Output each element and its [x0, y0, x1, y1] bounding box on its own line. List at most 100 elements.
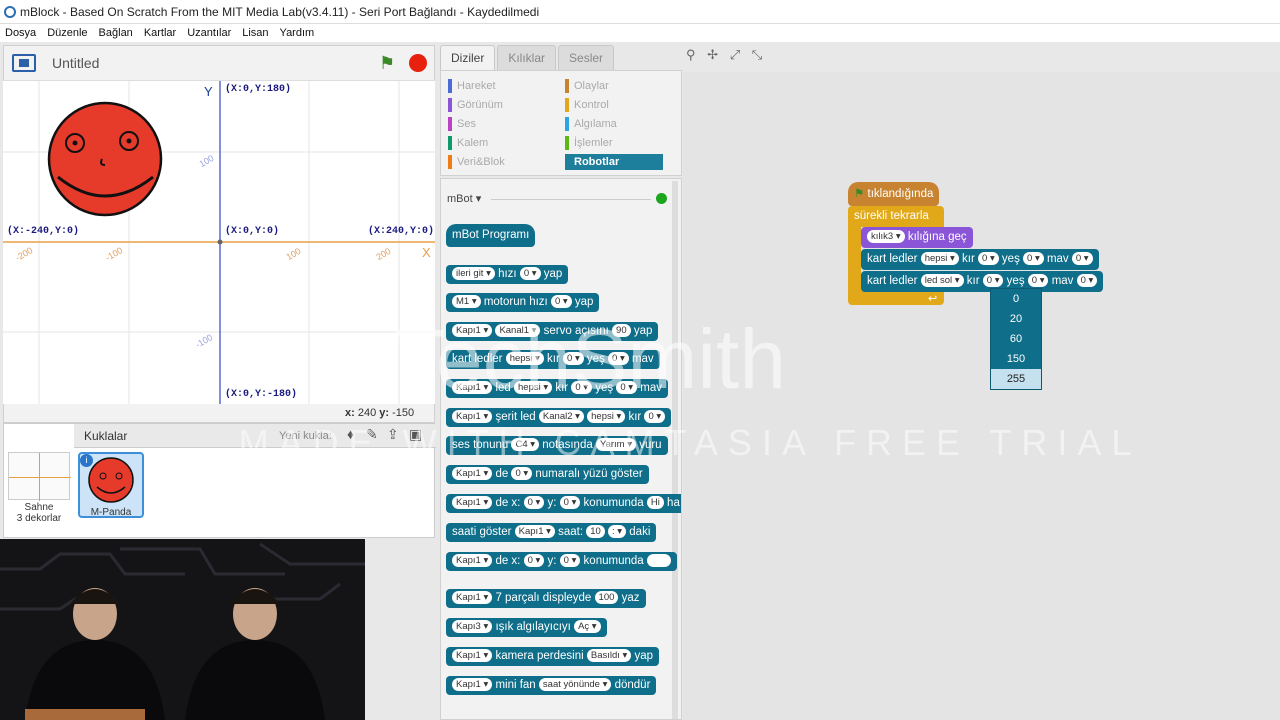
dropdown-option[interactable]: 60	[991, 329, 1041, 349]
mbot-group-label[interactable]: mBot ▾	[447, 192, 481, 205]
category-events[interactable]: Olaylar	[565, 78, 609, 94]
palette-block[interactable]: ses tonunu C4 ▾ notasında Yarım ▾ vuru	[446, 436, 668, 455]
fullscreen-icon[interactable]	[12, 54, 36, 72]
block-input-field[interactable]: Kanal1 ▾	[495, 324, 541, 338]
dropdown-option[interactable]: 20	[991, 309, 1041, 329]
block-input-field[interactable]: 0 ▾	[1027, 274, 1049, 288]
switch-costume-block[interactable]: kılık3 ▾ kılığına geç	[861, 227, 973, 248]
menu-dosya[interactable]: Dosya	[5, 27, 36, 39]
project-title[interactable]: Untitled	[52, 55, 99, 71]
block-input-field[interactable]: Basıldı ▾	[586, 649, 632, 663]
palette-block[interactable]: Kapı1 ▾ led hepsi ▾ kır 0 ▾ yeş 0 ▾ mav	[446, 379, 668, 398]
move-icon[interactable]: ✢	[707, 47, 718, 62]
block-input-field[interactable]: Kapı1 ▾	[452, 467, 493, 481]
menu-lisan[interactable]: Lisan	[242, 27, 268, 39]
flag-clicked-hat-block[interactable]: ⚑ tıklandığında	[848, 182, 940, 206]
block-input-field[interactable]: saat yönünde ▾	[538, 678, 612, 692]
green-flag-icon[interactable]: ⚑	[379, 53, 395, 74]
palette-block[interactable]: Kapı1 ▾ şerit led Kanal2 ▾ hepsi ▾ kır 0…	[446, 408, 672, 427]
block-input-field[interactable]: hepsi ▾	[920, 252, 959, 266]
script-area[interactable]: ⚑ tıklandığında sürekli tekrarla ↩ kılık…	[683, 72, 1280, 720]
shrink-icon[interactable]: ⤡	[752, 47, 762, 62]
menu-kartlar[interactable]: Kartlar	[144, 27, 176, 39]
palette-block[interactable]: saati göster Kapı1 ▾ saat: 10 : ▾ daki	[446, 523, 657, 542]
block-input-field[interactable]: 0 ▾	[523, 496, 545, 510]
palette-block[interactable]: Kapı1 ▾ de x: 0 ▾ y: 0 ▾ konumunda	[446, 552, 677, 571]
palette-block[interactable]: Kapı1 ▾ Kanal1 ▾ servo açısını 90 yap	[446, 322, 659, 341]
block-input-field[interactable]: Kapı1 ▾	[452, 649, 493, 663]
tab-scripts[interactable]: Diziler	[440, 45, 496, 71]
palette-block[interactable]: M1 ▾ motorun hızı 0 ▾ yap	[446, 293, 600, 312]
block-input-field[interactable]: 10	[586, 525, 605, 539]
category-control[interactable]: Kontrol	[565, 97, 609, 113]
block-input-field[interactable]: hepsi ▾	[587, 410, 626, 424]
palette-block[interactable]: Kapı1 ▾ 7 parçalı displeyde 100 yaz	[446, 589, 646, 608]
block-input-field[interactable]: Kapı1 ▾	[452, 554, 493, 568]
block-input-field[interactable]: Aç ▾	[574, 620, 601, 634]
block-input-field[interactable]: 0 ▾	[519, 267, 541, 281]
block-input-field[interactable]: 0 ▾	[559, 554, 581, 568]
block-input-field[interactable]: 0 ▾	[523, 554, 545, 568]
block-input-field[interactable]: 0 ▾	[644, 410, 666, 424]
category-data[interactable]: Veri&Blok	[448, 154, 505, 170]
dropdown-option[interactable]: 0	[991, 289, 1041, 309]
category-sensing[interactable]: Algılama	[565, 116, 617, 132]
block-input-field[interactable]: 0 ▾	[571, 381, 593, 395]
block-input-field[interactable]: Kapı3 ▾	[452, 620, 493, 634]
block-input-field[interactable]: Yarım ▾	[595, 438, 636, 452]
grow-icon[interactable]: ⤢	[730, 47, 740, 62]
sprite-library-icon[interactable]: ♦	[347, 426, 354, 442]
sprite-thumbnail-m-panda[interactable]: i M-Panda	[78, 452, 144, 518]
block-input-field[interactable]: 0 ▾	[559, 496, 581, 510]
block-input-field[interactable]: Kapı1 ▾	[452, 496, 493, 510]
block-input-field[interactable]: 0 ▾	[616, 381, 638, 395]
board-led-block-2[interactable]: kart ledler led sol ▾ kır 0 ▾ yeş 0 ▾ ma…	[861, 271, 1104, 292]
info-icon[interactable]: i	[80, 454, 93, 467]
mbot-program-hat-block[interactable]: mBot Programı	[446, 224, 536, 247]
block-input-field[interactable]: 0 ▾	[511, 467, 533, 481]
category-looks[interactable]: Görünüm	[448, 97, 503, 113]
menu-baglan[interactable]: Bağlan	[99, 27, 133, 39]
block-input-field[interactable]: Hi	[646, 496, 664, 510]
palette-block[interactable]: Kapı1 ▾ de x: 0 ▾ y: 0 ▾ konumunda Hi ha	[446, 494, 681, 513]
menu-duzenle[interactable]: Düzenle	[47, 27, 87, 39]
block-input-field[interactable]: Kapı1 ▾	[452, 381, 493, 395]
block-input-field[interactable]: 0 ▾	[1076, 274, 1098, 288]
palette-scrollbar[interactable]	[672, 181, 678, 719]
block-input-field[interactable]: 0 ▾	[1023, 252, 1044, 266]
palette-block[interactable]: Kapı1 ▾ kamera perdesini Basıldı ▾ yap	[446, 647, 660, 666]
stamp-icon[interactable]: ⚲	[686, 47, 696, 62]
block-input-field[interactable]: hepsi ▾	[505, 352, 544, 366]
camera-icon[interactable]: ▣	[409, 426, 422, 443]
block-input-field[interactable]: 0 ▾	[563, 352, 584, 366]
upload-icon[interactable]: ⇪	[387, 426, 399, 443]
tab-sounds[interactable]: Sesler	[558, 45, 615, 71]
category-sound[interactable]: Ses	[448, 116, 476, 132]
backdrop-thumbnail[interactable]: Sahne 3 dekorlar	[8, 452, 71, 532]
block-input-field[interactable]: Kapı1 ▾	[514, 525, 555, 539]
palette-block[interactable]: Kapı3 ▾ ışık algılayıcıyı Aç ▾	[446, 618, 607, 637]
dropdown-option[interactable]: 150	[991, 349, 1041, 369]
block-input-field[interactable]: : ▾	[608, 525, 627, 539]
block-input-field[interactable]: 0 ▾	[1071, 252, 1093, 266]
category-pen[interactable]: Kalem	[448, 135, 488, 151]
costume-dropdown[interactable]: kılık3 ▾	[867, 230, 905, 244]
tab-costumes[interactable]: Kılıklar	[497, 45, 557, 71]
block-input-field[interactable]: led sol ▾	[920, 274, 964, 288]
board-led-block-1[interactable]: kart ledler hepsi ▾ kır 0 ▾ yeş 0 ▾ mav …	[861, 249, 1099, 270]
category-motion[interactable]: Hareket	[448, 78, 496, 94]
dropdown-option[interactable]: 255	[991, 369, 1041, 389]
block-input-field[interactable]: 100	[594, 591, 619, 605]
block-input-field[interactable]: Kapı1 ▾	[452, 410, 493, 424]
block-input-field[interactable]: Kapı1 ▾	[452, 324, 493, 338]
palette-block[interactable]: ileri git ▾ hızı 0 ▾ yap	[446, 265, 569, 284]
block-input-field[interactable]: 0 ▾	[550, 295, 572, 309]
category-robots[interactable]: Robotlar	[565, 154, 663, 170]
block-input-field[interactable]: M1 ▾	[452, 295, 481, 309]
block-input-field[interactable]: hepsi ▾	[514, 381, 553, 395]
block-input-field[interactable]: 0 ▾	[978, 252, 999, 266]
panda-sprite[interactable]	[47, 101, 163, 217]
paint-icon[interactable]: ✎	[366, 426, 378, 443]
block-input-field[interactable]	[646, 554, 671, 568]
block-input-field[interactable]: Kapı1 ▾	[452, 591, 493, 605]
